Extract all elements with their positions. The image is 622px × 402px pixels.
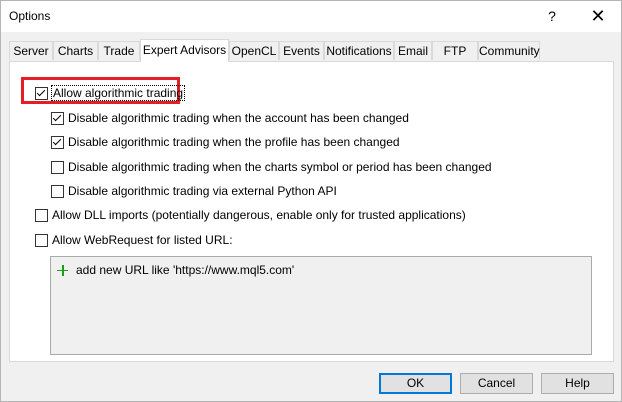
tab-expert-advisors[interactable]: Expert Advisors bbox=[140, 39, 229, 62]
window-title: Options bbox=[9, 9, 51, 23]
cancel-button[interactable]: Cancel bbox=[460, 373, 533, 394]
disable-via-python-checkbox[interactable] bbox=[51, 184, 64, 198]
ok-button[interactable]: OK bbox=[379, 373, 452, 394]
help-button[interactable]: Help bbox=[541, 373, 614, 394]
disable-on-profile-change-checkbox[interactable] bbox=[51, 135, 64, 149]
allow-dll-imports-option[interactable]: Allow DLL imports (potentially dangerous… bbox=[35, 207, 466, 223]
disable-on-profile-change-label: Disable algorithmic trading when the pro… bbox=[68, 135, 400, 149]
disable-via-python-label: Disable algorithmic trading via external… bbox=[68, 184, 337, 198]
allow-algo-trading-label: Allow algorithmic trading bbox=[50, 85, 186, 101]
expert-advisors-panel: Allow algorithmic trading Disable algori… bbox=[9, 61, 614, 362]
disable-on-symbol-change-label: Disable algorithmic trading when the cha… bbox=[68, 160, 492, 174]
allow-webrequest-label: Allow WebRequest for listed URL: bbox=[52, 233, 233, 247]
tab-opencl[interactable]: OpenCL bbox=[229, 41, 279, 60]
disable-on-symbol-change-checkbox[interactable] bbox=[51, 160, 64, 174]
disable-on-account-change-label: Disable algorithmic trading when the acc… bbox=[68, 111, 409, 125]
disable-on-profile-change-option[interactable]: Disable algorithmic trading when the pro… bbox=[51, 134, 400, 150]
disable-via-python-option[interactable]: Disable algorithmic trading via external… bbox=[51, 183, 337, 199]
title-bar: Options ? ✕ bbox=[1, 1, 621, 32]
add-url-row[interactable]: add new URL like 'https://www.mql5.com' bbox=[57, 263, 294, 277]
tab-events[interactable]: Events bbox=[279, 41, 324, 60]
disable-on-account-change-option[interactable]: Disable algorithmic trading when the acc… bbox=[51, 110, 409, 126]
allow-dll-imports-checkbox[interactable] bbox=[35, 208, 48, 222]
tab-notifications[interactable]: Notifications bbox=[324, 41, 394, 60]
tab-email[interactable]: Email bbox=[394, 41, 432, 60]
tab-trade[interactable]: Trade bbox=[98, 41, 140, 60]
add-url-label: add new URL like 'https://www.mql5.com' bbox=[76, 263, 295, 277]
tab-charts[interactable]: Charts bbox=[53, 41, 98, 60]
disable-on-account-change-checkbox[interactable] bbox=[51, 111, 64, 125]
plus-icon bbox=[57, 264, 68, 276]
allow-dll-imports-label: Allow DLL imports (potentially dangerous… bbox=[52, 208, 466, 222]
tab-ftp[interactable]: FTP bbox=[432, 41, 478, 60]
close-icon[interactable]: ✕ bbox=[575, 1, 621, 32]
tab-community[interactable]: Community bbox=[478, 41, 540, 60]
help-icon[interactable]: ? bbox=[529, 1, 575, 32]
allow-algo-trading-checkbox[interactable] bbox=[35, 86, 48, 100]
tab-server[interactable]: Server bbox=[9, 41, 53, 60]
allow-algo-trading-option[interactable]: Allow algorithmic trading bbox=[35, 85, 186, 101]
disable-on-symbol-change-option[interactable]: Disable algorithmic trading when the cha… bbox=[51, 159, 492, 175]
options-dialog: Options ? ✕ Server Charts Trade Expert A… bbox=[0, 0, 622, 402]
allow-webrequest-checkbox[interactable] bbox=[35, 233, 48, 247]
allow-webrequest-option[interactable]: Allow WebRequest for listed URL: bbox=[35, 232, 233, 248]
url-list[interactable]: add new URL like 'https://www.mql5.com' bbox=[50, 256, 592, 355]
